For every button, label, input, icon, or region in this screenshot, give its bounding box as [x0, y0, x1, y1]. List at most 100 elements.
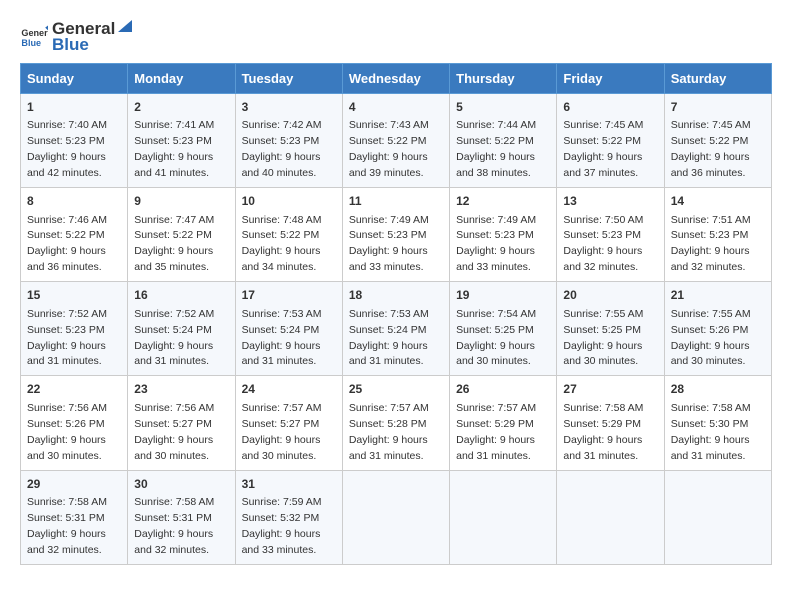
calendar-header-row: SundayMondayTuesdayWednesdayThursdayFrid…	[21, 64, 772, 94]
daylight-info: Daylight: 9 hoursand 37 minutes.	[563, 151, 642, 179]
sunset-info: Sunset: 5:27 PM	[134, 418, 212, 430]
day-number: 16	[134, 287, 228, 304]
sunset-info: Sunset: 5:25 PM	[563, 324, 641, 336]
daylight-info: Daylight: 9 hoursand 31 minutes.	[671, 434, 750, 462]
day-number: 8	[27, 193, 121, 210]
calendar-cell: 30 Sunrise: 7:58 AM Sunset: 5:31 PM Dayl…	[128, 470, 235, 564]
calendar-cell: 8 Sunrise: 7:46 AM Sunset: 5:22 PM Dayli…	[21, 188, 128, 282]
calendar-cell: 2 Sunrise: 7:41 AM Sunset: 5:23 PM Dayli…	[128, 94, 235, 188]
calendar-cell: 26 Sunrise: 7:57 AM Sunset: 5:29 PM Dayl…	[450, 376, 557, 470]
calendar-cell: 23 Sunrise: 7:56 AM Sunset: 5:27 PM Dayl…	[128, 376, 235, 470]
daylight-info: Daylight: 9 hoursand 33 minutes.	[456, 245, 535, 273]
daylight-info: Daylight: 9 hoursand 34 minutes.	[242, 245, 321, 273]
header-thursday: Thursday	[450, 64, 557, 94]
sunset-info: Sunset: 5:30 PM	[671, 418, 749, 430]
sunset-info: Sunset: 5:23 PM	[134, 135, 212, 147]
calendar-cell: 28 Sunrise: 7:58 AM Sunset: 5:30 PM Dayl…	[664, 376, 771, 470]
day-number: 28	[671, 381, 765, 398]
day-number: 26	[456, 381, 550, 398]
day-number: 2	[134, 99, 228, 116]
sunset-info: Sunset: 5:23 PM	[349, 229, 427, 241]
day-number: 22	[27, 381, 121, 398]
daylight-info: Daylight: 9 hoursand 31 minutes.	[134, 340, 213, 368]
calendar-cell: 17 Sunrise: 7:53 AM Sunset: 5:24 PM Dayl…	[235, 282, 342, 376]
daylight-info: Daylight: 9 hoursand 31 minutes.	[242, 340, 321, 368]
daylight-info: Daylight: 9 hoursand 39 minutes.	[349, 151, 428, 179]
sunrise-info: Sunrise: 7:51 AM	[671, 214, 751, 226]
calendar-week-3: 15 Sunrise: 7:52 AM Sunset: 5:23 PM Dayl…	[21, 282, 772, 376]
calendar-cell: 29 Sunrise: 7:58 AM Sunset: 5:31 PM Dayl…	[21, 470, 128, 564]
calendar-cell: 9 Sunrise: 7:47 AM Sunset: 5:22 PM Dayli…	[128, 188, 235, 282]
calendar-cell: 27 Sunrise: 7:58 AM Sunset: 5:29 PM Dayl…	[557, 376, 664, 470]
calendar-cell: 15 Sunrise: 7:52 AM Sunset: 5:23 PM Dayl…	[21, 282, 128, 376]
sunrise-info: Sunrise: 7:50 AM	[563, 214, 643, 226]
calendar-cell: 7 Sunrise: 7:45 AM Sunset: 5:22 PM Dayli…	[664, 94, 771, 188]
day-number: 17	[242, 287, 336, 304]
calendar-table: SundayMondayTuesdayWednesdayThursdayFrid…	[20, 63, 772, 565]
calendar-cell	[450, 470, 557, 564]
calendar-cell	[664, 470, 771, 564]
sunrise-info: Sunrise: 7:53 AM	[242, 308, 322, 320]
day-number: 31	[242, 476, 336, 493]
sunset-info: Sunset: 5:23 PM	[27, 324, 105, 336]
day-number: 19	[456, 287, 550, 304]
sunset-info: Sunset: 5:22 PM	[27, 229, 105, 241]
sunrise-info: Sunrise: 7:49 AM	[349, 214, 429, 226]
sunrise-info: Sunrise: 7:42 AM	[242, 119, 322, 131]
sunrise-info: Sunrise: 7:58 AM	[671, 402, 751, 414]
daylight-info: Daylight: 9 hoursand 41 minutes.	[134, 151, 213, 179]
sunset-info: Sunset: 5:24 PM	[134, 324, 212, 336]
day-number: 25	[349, 381, 443, 398]
calendar-cell: 13 Sunrise: 7:50 AM Sunset: 5:23 PM Dayl…	[557, 188, 664, 282]
daylight-info: Daylight: 9 hoursand 31 minutes.	[349, 340, 428, 368]
sunrise-info: Sunrise: 7:58 AM	[27, 496, 107, 508]
sunset-info: Sunset: 5:22 PM	[242, 229, 320, 241]
daylight-info: Daylight: 9 hoursand 31 minutes.	[27, 340, 106, 368]
daylight-info: Daylight: 9 hoursand 30 minutes.	[671, 340, 750, 368]
sunset-info: Sunset: 5:31 PM	[27, 512, 105, 524]
sunrise-info: Sunrise: 7:45 AM	[671, 119, 751, 131]
daylight-info: Daylight: 9 hoursand 38 minutes.	[456, 151, 535, 179]
calendar-week-4: 22 Sunrise: 7:56 AM Sunset: 5:26 PM Dayl…	[21, 376, 772, 470]
sunset-info: Sunset: 5:24 PM	[242, 324, 320, 336]
calendar-cell: 31 Sunrise: 7:59 AM Sunset: 5:32 PM Dayl…	[235, 470, 342, 564]
sunset-info: Sunset: 5:28 PM	[349, 418, 427, 430]
page-header: General Blue General Blue	[20, 16, 772, 55]
day-number: 18	[349, 287, 443, 304]
day-number: 9	[134, 193, 228, 210]
calendar-cell: 3 Sunrise: 7:42 AM Sunset: 5:23 PM Dayli…	[235, 94, 342, 188]
sunrise-info: Sunrise: 7:58 AM	[134, 496, 214, 508]
sunset-info: Sunset: 5:24 PM	[349, 324, 427, 336]
daylight-info: Daylight: 9 hoursand 32 minutes.	[563, 245, 642, 273]
header-sunday: Sunday	[21, 64, 128, 94]
daylight-info: Daylight: 9 hoursand 30 minutes.	[134, 434, 213, 462]
daylight-info: Daylight: 9 hoursand 33 minutes.	[242, 528, 321, 556]
sunset-info: Sunset: 5:22 PM	[456, 135, 534, 147]
calendar-week-2: 8 Sunrise: 7:46 AM Sunset: 5:22 PM Dayli…	[21, 188, 772, 282]
daylight-info: Daylight: 9 hoursand 31 minutes.	[563, 434, 642, 462]
sunrise-info: Sunrise: 7:41 AM	[134, 119, 214, 131]
day-number: 4	[349, 99, 443, 116]
svg-text:Blue: Blue	[21, 37, 41, 47]
day-number: 27	[563, 381, 657, 398]
daylight-info: Daylight: 9 hoursand 35 minutes.	[134, 245, 213, 273]
calendar-cell: 12 Sunrise: 7:49 AM Sunset: 5:23 PM Dayl…	[450, 188, 557, 282]
daylight-info: Daylight: 9 hoursand 30 minutes.	[456, 340, 535, 368]
sunrise-info: Sunrise: 7:44 AM	[456, 119, 536, 131]
sunrise-info: Sunrise: 7:56 AM	[134, 402, 214, 414]
calendar-week-1: 1 Sunrise: 7:40 AM Sunset: 5:23 PM Dayli…	[21, 94, 772, 188]
day-number: 24	[242, 381, 336, 398]
daylight-info: Daylight: 9 hoursand 42 minutes.	[27, 151, 106, 179]
sunset-info: Sunset: 5:22 PM	[349, 135, 427, 147]
header-wednesday: Wednesday	[342, 64, 449, 94]
calendar-cell: 21 Sunrise: 7:55 AM Sunset: 5:26 PM Dayl…	[664, 282, 771, 376]
daylight-info: Daylight: 9 hoursand 36 minutes.	[27, 245, 106, 273]
sunrise-info: Sunrise: 7:40 AM	[27, 119, 107, 131]
sunrise-info: Sunrise: 7:56 AM	[27, 402, 107, 414]
sunset-info: Sunset: 5:22 PM	[563, 135, 641, 147]
calendar-week-5: 29 Sunrise: 7:58 AM Sunset: 5:31 PM Dayl…	[21, 470, 772, 564]
sunrise-info: Sunrise: 7:57 AM	[242, 402, 322, 414]
sunrise-info: Sunrise: 7:46 AM	[27, 214, 107, 226]
sunset-info: Sunset: 5:23 PM	[27, 135, 105, 147]
calendar-cell: 1 Sunrise: 7:40 AM Sunset: 5:23 PM Dayli…	[21, 94, 128, 188]
